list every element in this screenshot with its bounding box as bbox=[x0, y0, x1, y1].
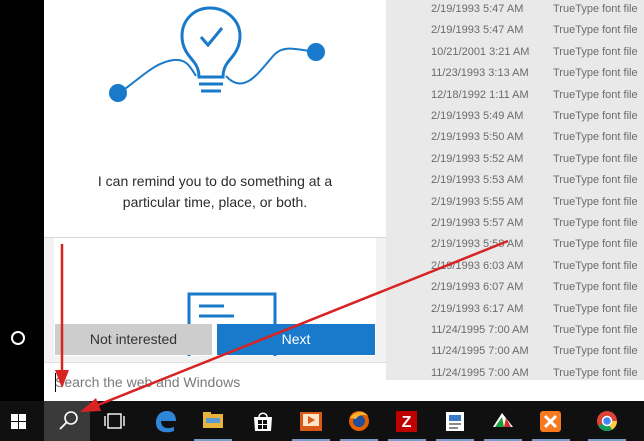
file-date-modified: 2/19/1993 5:55 AM bbox=[431, 195, 524, 208]
file-type: TrueType font file bbox=[553, 88, 638, 101]
media-player-icon[interactable] bbox=[288, 401, 334, 441]
file-row[interactable]: 2/19/1993 5:47 AM TrueType font file bbox=[386, 0, 644, 21]
file-list: 2/19/1993 5:47 AM TrueType font file 2/19/… bbox=[386, 0, 644, 401]
file-type: TrueType font file bbox=[553, 302, 638, 315]
file-type: TrueType font file bbox=[553, 217, 638, 229]
file-type: TrueType font file bbox=[553, 67, 638, 80]
file-row[interactable]: 2/19/1993 5:50 AM TrueType font file bbox=[386, 128, 644, 149]
cortana-circle-icon[interactable] bbox=[11, 331, 25, 345]
next-button[interactable]: Next bbox=[217, 324, 375, 355]
file-date-modified: 11/24/1995 7:00 AM bbox=[431, 366, 529, 379]
app-icon[interactable] bbox=[480, 401, 526, 441]
file-row[interactable]: 10/21/2001 3:21 AM TrueType font file bbox=[386, 43, 644, 64]
file-type: TrueType font file bbox=[553, 259, 638, 272]
search-box[interactable] bbox=[44, 362, 386, 401]
file-row[interactable]: 2/19/1993 5:57 AM TrueType font file bbox=[386, 214, 644, 235]
file-row[interactable]: 11/24/1995 7:00 AM TrueType font file bbox=[386, 342, 644, 363]
list-empty-area bbox=[386, 380, 644, 401]
taskbar: Z bbox=[0, 401, 644, 441]
file-date-modified: 11/23/1993 3:13 AM bbox=[431, 67, 529, 80]
file-date-modified: 2/19/1993 5:57 AM bbox=[431, 217, 524, 229]
not-interested-button[interactable]: Not interested bbox=[55, 324, 212, 355]
file-date-modified: 2/19/1993 6:03 AM bbox=[431, 259, 524, 272]
file-date-modified: 11/24/1995 7:00 AM bbox=[431, 345, 529, 358]
file-date-modified: 2/19/1993 5:47 AM bbox=[431, 24, 524, 37]
svg-text:Z: Z bbox=[402, 414, 412, 431]
file-date-modified: 2/19/1993 6:07 AM bbox=[431, 281, 524, 294]
firefox-icon[interactable] bbox=[336, 401, 382, 441]
file-date-modified: 2/19/1993 5:47 AM bbox=[431, 3, 524, 15]
file-type: TrueType font file bbox=[553, 110, 638, 122]
file-row[interactable]: 2/19/1993 5:52 AM TrueType font file bbox=[386, 150, 644, 171]
search-icon[interactable] bbox=[44, 401, 90, 441]
file-row[interactable]: 2/19/1993 6:07 AM TrueType font file bbox=[386, 278, 644, 299]
start-menu-strip bbox=[0, 0, 44, 401]
file-row[interactable]: 2/19/1993 6:03 AM TrueType font file bbox=[386, 257, 644, 278]
file-row[interactable]: 12/18/1992 1:11 AM TrueType font file bbox=[386, 86, 644, 107]
file-type: TrueType font file bbox=[553, 131, 638, 144]
file-type: TrueType font file bbox=[553, 238, 638, 251]
file-type: TrueType font file bbox=[553, 345, 638, 358]
reminder-description: I can remind you to do something at a pa… bbox=[97, 173, 333, 210]
file-row[interactable]: 11/23/1993 3:13 AM TrueType font file bbox=[386, 64, 644, 85]
store-icon[interactable] bbox=[240, 401, 286, 441]
file-date-modified: 2/19/1993 5:50 AM bbox=[431, 131, 524, 144]
reminder-card: I can remind you to do something at a pa… bbox=[44, 0, 386, 238]
file-type: TrueType font file bbox=[553, 24, 638, 37]
xampp-icon[interactable] bbox=[528, 401, 574, 441]
search-input[interactable] bbox=[55, 363, 375, 401]
file-type: TrueType font file bbox=[553, 152, 638, 165]
file-row[interactable]: 2/19/1993 5:55 AM TrueType font file bbox=[386, 193, 644, 214]
file-date-modified: 11/24/1995 7:00 AM bbox=[431, 324, 529, 336]
edge-browser-icon[interactable] bbox=[142, 401, 188, 441]
file-type: TrueType font file bbox=[553, 45, 638, 58]
file-explorer-icon[interactable] bbox=[190, 401, 236, 441]
file-date-modified: 2/19/1993 5:58 AM bbox=[431, 238, 524, 251]
file-type: TrueType font file bbox=[553, 195, 638, 208]
file-date-modified: 2/19/1993 5:49 AM bbox=[431, 110, 524, 122]
file-type: TrueType font file bbox=[553, 281, 638, 294]
file-type: TrueType font file bbox=[553, 174, 638, 187]
file-date-modified: 12/18/1992 1:11 AM bbox=[431, 88, 529, 101]
file-date-modified: 2/19/1993 5:52 AM bbox=[431, 152, 524, 165]
filezilla-icon[interactable]: Z bbox=[384, 401, 430, 441]
file-row[interactable]: 2/19/1993 5:53 AM TrueType font file bbox=[386, 171, 644, 192]
file-date-modified: 10/21/2001 3:21 AM bbox=[431, 45, 530, 58]
file-date-modified: 2/19/1993 5:53 AM bbox=[431, 174, 524, 187]
task-view-icon[interactable] bbox=[92, 401, 138, 441]
file-type: TrueType font file bbox=[553, 324, 638, 336]
file-row[interactable]: 2/19/1993 5:49 AM TrueType font file bbox=[386, 107, 644, 128]
file-row[interactable]: 2/19/1993 5:47 AM TrueType font file bbox=[386, 21, 644, 42]
file-date-modified: 2/19/1993 6:17 AM bbox=[431, 302, 524, 315]
file-row[interactable]: 2/19/1993 5:58 AM TrueType font file bbox=[386, 235, 644, 256]
windows-start-icon[interactable] bbox=[0, 401, 46, 441]
file-row[interactable]: 11/24/1995 7:00 AM TrueType font file bbox=[386, 321, 644, 342]
file-type: TrueType font file bbox=[553, 366, 638, 379]
file-row[interactable]: 2/19/1993 6:17 AM TrueType font file bbox=[386, 300, 644, 321]
notepad-app-icon[interactable] bbox=[432, 401, 478, 441]
chrome-icon[interactable] bbox=[584, 401, 630, 441]
file-type: TrueType font file bbox=[553, 3, 638, 15]
